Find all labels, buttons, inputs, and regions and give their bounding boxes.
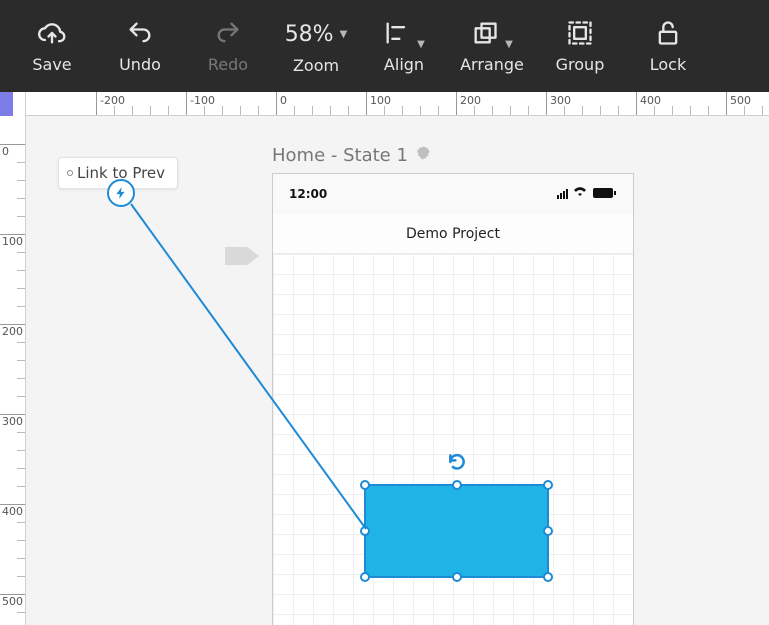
- save-label: Save: [32, 55, 71, 74]
- artboard-header-title: Demo Project: [406, 226, 500, 242]
- resize-handle-s[interactable]: [452, 572, 462, 582]
- lock-button[interactable]: Lock: [624, 0, 712, 92]
- group-icon: [566, 19, 594, 51]
- save-button[interactable]: Save: [8, 0, 96, 92]
- ruler-vertical[interactable]: 0100200300400500: [0, 92, 26, 625]
- zoom-value: 58%: [285, 22, 334, 47]
- resize-handle-ne[interactable]: [543, 480, 553, 490]
- redo-label: Redo: [208, 55, 248, 74]
- zoom-label: Zoom: [293, 56, 339, 75]
- arrange-button[interactable]: ▼ Arrange: [448, 0, 536, 92]
- ruler-horizontal[interactable]: -200-1000100200300400500: [0, 92, 769, 116]
- rotate-handle[interactable]: [447, 452, 467, 476]
- align-button[interactable]: ▼ Align: [360, 0, 448, 92]
- status-time: 12:00: [289, 187, 327, 201]
- arrange-label: Arrange: [460, 55, 524, 74]
- interaction-bolt-icon[interactable]: [107, 179, 135, 207]
- state-arrow-icon: [225, 243, 261, 273]
- resize-handle-nw[interactable]: [360, 480, 370, 490]
- gear-icon[interactable]: [416, 145, 432, 166]
- undo-icon: [126, 19, 154, 51]
- undo-label: Undo: [119, 55, 161, 74]
- ruler-origin[interactable]: [0, 92, 13, 116]
- group-label: Group: [556, 55, 605, 74]
- resize-handle-n[interactable]: [452, 480, 462, 490]
- mobile-status-bar: 12:00: [273, 174, 633, 214]
- artboard-header: Demo Project: [273, 214, 633, 254]
- connector-dot-icon: [67, 170, 73, 176]
- design-canvas[interactable]: Link to Prev Home - State 1 12:00 Demo P…: [26, 116, 769, 625]
- caret-down-icon: ▼: [417, 39, 425, 50]
- artboard-title: Home - State 1: [272, 145, 408, 166]
- redo-icon: [214, 19, 242, 51]
- lock-open-icon: [654, 19, 682, 51]
- selected-rectangle-shape[interactable]: [364, 484, 549, 578]
- status-icons: [557, 187, 617, 202]
- resize-handle-se[interactable]: [543, 572, 553, 582]
- resize-handle-sw[interactable]: [360, 572, 370, 582]
- artboard-title-bar[interactable]: Home - State 1: [272, 145, 432, 166]
- resize-handle-w[interactable]: [360, 526, 370, 536]
- caret-down-icon: ▼: [340, 29, 348, 40]
- redo-button[interactable]: Redo: [184, 0, 272, 92]
- cloud-upload-icon: [38, 19, 66, 51]
- align-left-icon: ▼: [383, 19, 425, 51]
- caret-down-icon: ▼: [505, 39, 513, 50]
- resize-handle-e[interactable]: [543, 526, 553, 536]
- arrange-icon: ▼: [471, 19, 513, 51]
- undo-button[interactable]: Undo: [96, 0, 184, 92]
- group-button[interactable]: Group: [536, 0, 624, 92]
- align-label: Align: [384, 55, 424, 74]
- lock-label: Lock: [650, 55, 686, 74]
- main-toolbar: Save Undo Redo 58% ▼ Zoom ▼ Align ▼ Arran…: [0, 0, 769, 92]
- zoom-control[interactable]: 58% ▼ Zoom: [272, 0, 360, 92]
